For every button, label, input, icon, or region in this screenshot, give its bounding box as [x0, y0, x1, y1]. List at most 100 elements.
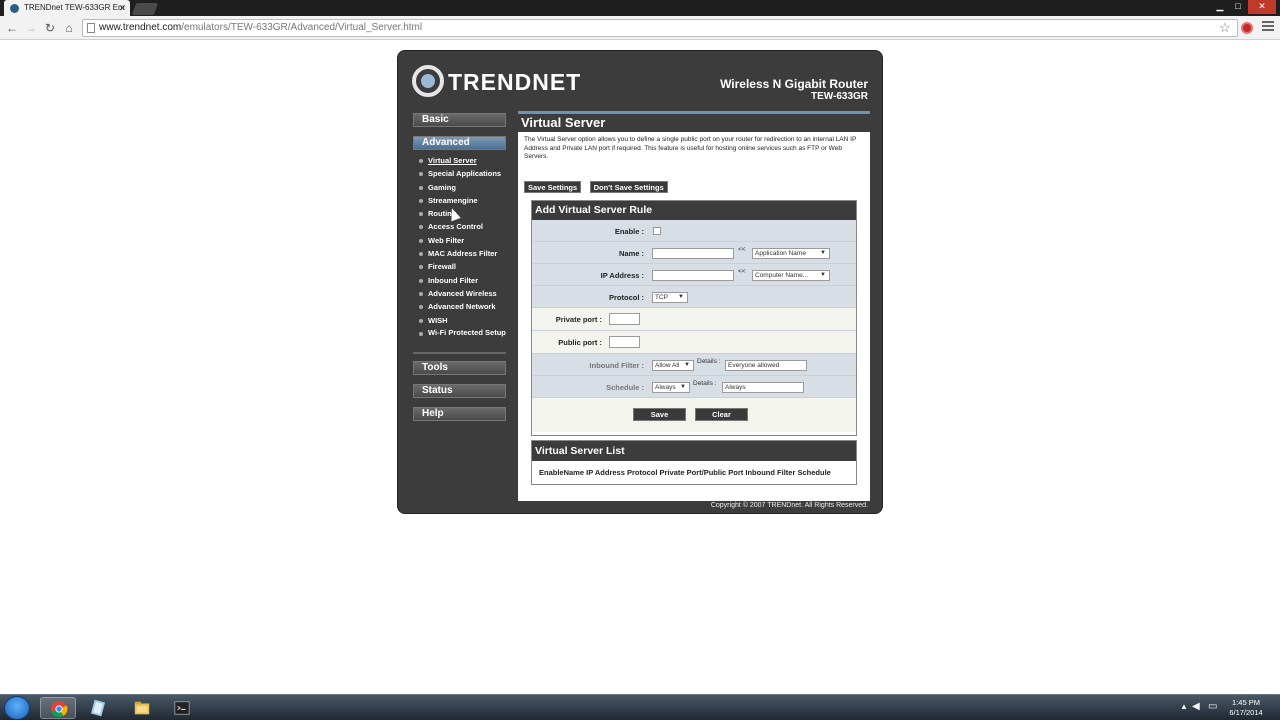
column-inbound-filter: Inbound Filter [745, 468, 796, 477]
private-port-input[interactable] [609, 313, 640, 325]
nav-advanced[interactable]: Advanced [413, 136, 506, 150]
inbound-filter-row: Inbound Filter : Allow All ▼ Details : E… [532, 354, 856, 376]
dont-save-settings-button[interactable]: Don't Save Settings [589, 181, 668, 193]
volume-icon[interactable]: ◀ [1192, 702, 1202, 712]
tab-title: TRENDnet TEW-633GR Em [24, 3, 125, 12]
ip-copy-arrow[interactable]: << [738, 268, 746, 275]
terminal-icon [174, 701, 190, 715]
advanced-submenu: Virtual Server Special Applications Gami… [418, 155, 508, 348]
url-path: /emulators/TEW-633GR/Advanced/Virtual_Se… [181, 22, 423, 33]
system-clock[interactable]: 1:45 PM 6/17/2014 [1224, 698, 1268, 718]
network-icon[interactable]: ▭ [1208, 702, 1218, 712]
menu-icon[interactable] [1262, 21, 1274, 33]
minimize-button[interactable]: ▁ [1212, 0, 1228, 14]
address-bar[interactable]: www.trendnet.com/emulators/TEW-633GR/Adv… [82, 19, 1238, 37]
taskbar-explorer-button[interactable] [124, 697, 160, 719]
subnav-advanced-network[interactable]: Advanced Network [418, 301, 508, 314]
subnav-wish[interactable]: WISH [418, 315, 508, 328]
maximize-button[interactable]: □ [1230, 0, 1246, 14]
application-name-select[interactable]: Application Name ▼ [752, 248, 830, 259]
save-button[interactable]: Save [633, 408, 686, 421]
start-button[interactable] [4, 696, 30, 720]
protocol-value: TCP [655, 294, 668, 301]
subnav-mac-address-filter[interactable]: MAC Address Filter [418, 248, 508, 261]
inbound-filter-value: Allow All [655, 362, 680, 369]
protocol-row: Protocol : TCP ▼ [532, 286, 856, 308]
subnav-wifi-protected-setup[interactable]: Wi-Fi Protected Setup [418, 328, 508, 348]
application-name-value: Application Name [755, 250, 806, 257]
taskbar-app-button[interactable] [80, 697, 116, 719]
chevron-down-icon: ▼ [678, 294, 684, 300]
column-schedule: Schedule [797, 468, 831, 477]
schedule-value: Always [655, 384, 676, 391]
protocol-select[interactable]: TCP ▼ [652, 292, 688, 303]
clock-time: 1:45 PM [1232, 698, 1260, 707]
schedule-row: Schedule : Always ▼ Details : Always [532, 376, 856, 398]
server-list-heading: Virtual Server List [532, 441, 856, 461]
clock-date: 6/17/2014 [1229, 708, 1263, 717]
name-input[interactable] [652, 248, 734, 259]
save-settings-button[interactable]: Save Settings [524, 181, 582, 193]
brand-name: TRENDNET [448, 69, 582, 95]
subnav-advanced-wireless[interactable]: Advanced Wireless [418, 288, 508, 301]
subnav-gaming[interactable]: Gaming [418, 182, 508, 195]
tray-expand-icon[interactable]: ▲ [1180, 702, 1188, 711]
copyright-text: Copyright © 2007 TRENDnet. All Rights Re… [710, 502, 868, 509]
subnav-access-control[interactable]: Access Control [418, 221, 508, 234]
nav-tools[interactable]: Tools [413, 361, 506, 375]
inbound-filter-label: Inbound Filter : [589, 361, 644, 370]
browser-tab[interactable]: TRENDnet TEW-633GR Em ✕ [4, 0, 130, 16]
subnav-special-applications[interactable]: Special Applications [418, 168, 508, 181]
schedule-details-label: Details : [693, 380, 717, 387]
content-panel: Virtual Server The Virtual Server option… [518, 111, 870, 501]
home-icon[interactable]: ⌂ [61, 20, 77, 36]
page-description: The Virtual Server option allows you to … [524, 136, 857, 160]
public-port-input[interactable] [609, 336, 640, 348]
subnav-virtual-server[interactable]: Virtual Server [418, 155, 508, 168]
public-port-label: Public port : [558, 338, 602, 347]
schedule-details-field: Always [722, 382, 804, 393]
computer-name-select[interactable]: Computer Name... ▼ [752, 270, 830, 281]
enable-checkbox[interactable] [653, 227, 661, 235]
column-private-public-port: Private Port/Public Port [659, 468, 744, 477]
name-row: Name : << Application Name ▼ [532, 242, 856, 264]
chevron-down-icon: ▼ [684, 362, 690, 368]
inbound-filter-select[interactable]: Allow All ▼ [652, 360, 694, 371]
back-arrow-icon[interactable]: ← [4, 20, 20, 36]
enable-label: Enable : [614, 227, 644, 236]
taskbar-chrome-button[interactable] [40, 697, 76, 719]
tab-close-icon[interactable]: ✕ [118, 0, 126, 16]
subnav-streamengine[interactable]: Streamengine [418, 195, 508, 208]
new-tab-button[interactable] [131, 3, 159, 15]
favicon-icon [10, 4, 19, 13]
bookmark-star-icon[interactable]: ☆ [1219, 20, 1231, 36]
browser-toolbar: ← → ↻ ⌂ www.trendnet.com/emulators/TEW-6… [0, 16, 1280, 40]
product-model: TEW-633GR [810, 91, 868, 102]
browser-tab-bar: TRENDnet TEW-633GR Em ✕ ▁ □ ✕ [0, 0, 1280, 16]
server-list-columns: EnableName IP Address Protocol Private P… [532, 461, 856, 485]
name-copy-arrow[interactable]: << [738, 246, 746, 253]
column-enable: Enable [539, 468, 564, 477]
page-title: Virtual Server [518, 114, 870, 132]
taskbar-terminal-button[interactable] [164, 697, 200, 719]
clear-button[interactable]: Clear [695, 408, 748, 421]
extension-icon[interactable] [1241, 22, 1253, 34]
nav-basic[interactable]: Basic [413, 113, 506, 127]
protocol-label: Protocol : [609, 293, 644, 302]
subnav-routing[interactable]: Routing [418, 208, 508, 221]
subnav-firewall[interactable]: Firewall [418, 261, 508, 274]
reload-icon[interactable]: ↻ [42, 20, 58, 36]
private-port-row: Private port : [532, 308, 856, 331]
nav-status[interactable]: Status [413, 384, 506, 398]
schedule-select[interactable]: Always ▼ [652, 382, 690, 393]
window-close-button[interactable]: ✕ [1248, 0, 1276, 14]
ip-address-input[interactable] [652, 270, 734, 281]
chevron-down-icon: ▼ [820, 272, 826, 278]
product-header: Wireless N Gigabit Router TEW-633GR [720, 77, 868, 102]
subnav-web-filter[interactable]: Web Filter [418, 235, 508, 248]
schedule-label: Schedule : [606, 383, 644, 392]
nav-help[interactable]: Help [413, 407, 506, 421]
subnav-inbound-filter[interactable]: Inbound Filter [418, 275, 508, 288]
system-tray: ▲ ◀ ▭ 1:45 PM 6/17/2014 [1172, 695, 1280, 721]
forward-arrow-icon[interactable]: → [23, 20, 39, 36]
